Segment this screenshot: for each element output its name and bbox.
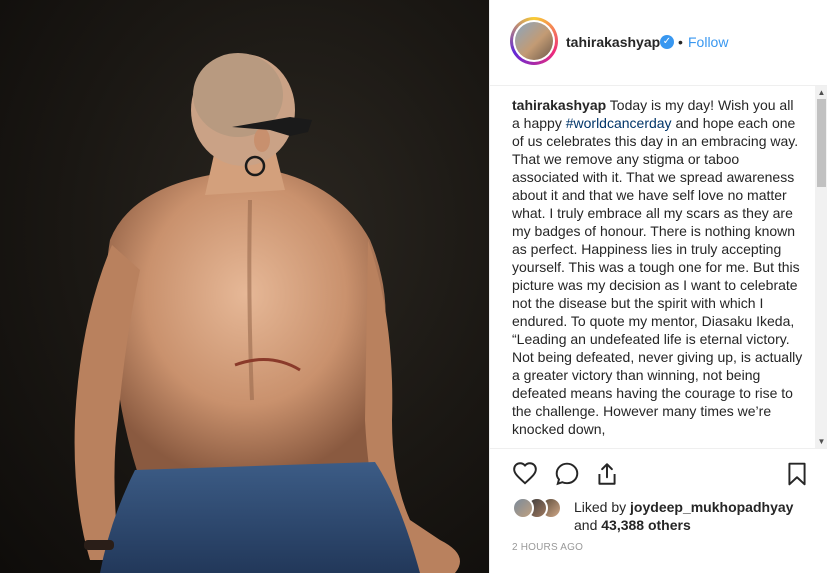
caption-text-rest: and hope each one of us celebrates this … <box>512 115 803 437</box>
post-photo-illustration <box>74 53 460 573</box>
follow-button[interactable]: Follow <box>688 34 728 50</box>
likes-conjunction: and <box>574 517 602 533</box>
liker-username[interactable]: joydeep_mukhopadhyay <box>630 499 793 515</box>
avatar-image <box>515 22 553 60</box>
caption-username[interactable]: tahirakashyap <box>512 97 606 113</box>
scroll-down-arrow-icon[interactable]: ▼ <box>815 435 827 448</box>
likes-count[interactable]: 43,388 others <box>601 517 691 533</box>
comments-scrollbar[interactable]: ▲ ▼ <box>815 86 827 448</box>
scroll-up-arrow-icon[interactable]: ▲ <box>815 86 827 99</box>
verified-badge-icon: ✓ <box>660 35 674 49</box>
post-actions: Liked by joydeep_mukhopadhyay and 43,388… <box>490 448 827 573</box>
caption-hashtag[interactable]: #worldcancerday <box>566 115 672 131</box>
liked-by-label: Liked by <box>574 499 631 515</box>
post-caption: tahirakashyap Today is my day! Wish you … <box>512 96 804 438</box>
post-timestamp[interactable]: 2 HOURS AGO <box>512 542 583 553</box>
scroll-thumb[interactable] <box>817 99 826 187</box>
header-username[interactable]: tahirakashyap <box>566 34 660 50</box>
likes-summary: Liked by joydeep_mukhopadhyay and 43,388… <box>512 497 812 537</box>
share-icon[interactable] <box>594 461 620 487</box>
liker-avatar[interactable] <box>512 497 534 519</box>
bookmark-icon[interactable] <box>784 461 810 487</box>
comment-icon[interactable] <box>554 461 580 487</box>
separator-dot: • <box>678 34 683 50</box>
avatar-story-ring[interactable] <box>510 17 558 65</box>
avatar[interactable] <box>513 20 555 62</box>
comments-area[interactable]: tahirakashyap Today is my day! Wish you … <box>490 86 814 448</box>
heart-icon[interactable] <box>512 461 538 487</box>
likes-line: Liked by joydeep_mukhopadhyay <box>574 499 793 515</box>
likes-line: and 43,388 others <box>574 517 691 533</box>
post-side-panel: tahirakashyap ✓ • Follow tahirakashyap T… <box>489 0 827 573</box>
post-image[interactable] <box>0 0 489 573</box>
post-header: tahirakashyap ✓ • Follow <box>490 0 827 86</box>
